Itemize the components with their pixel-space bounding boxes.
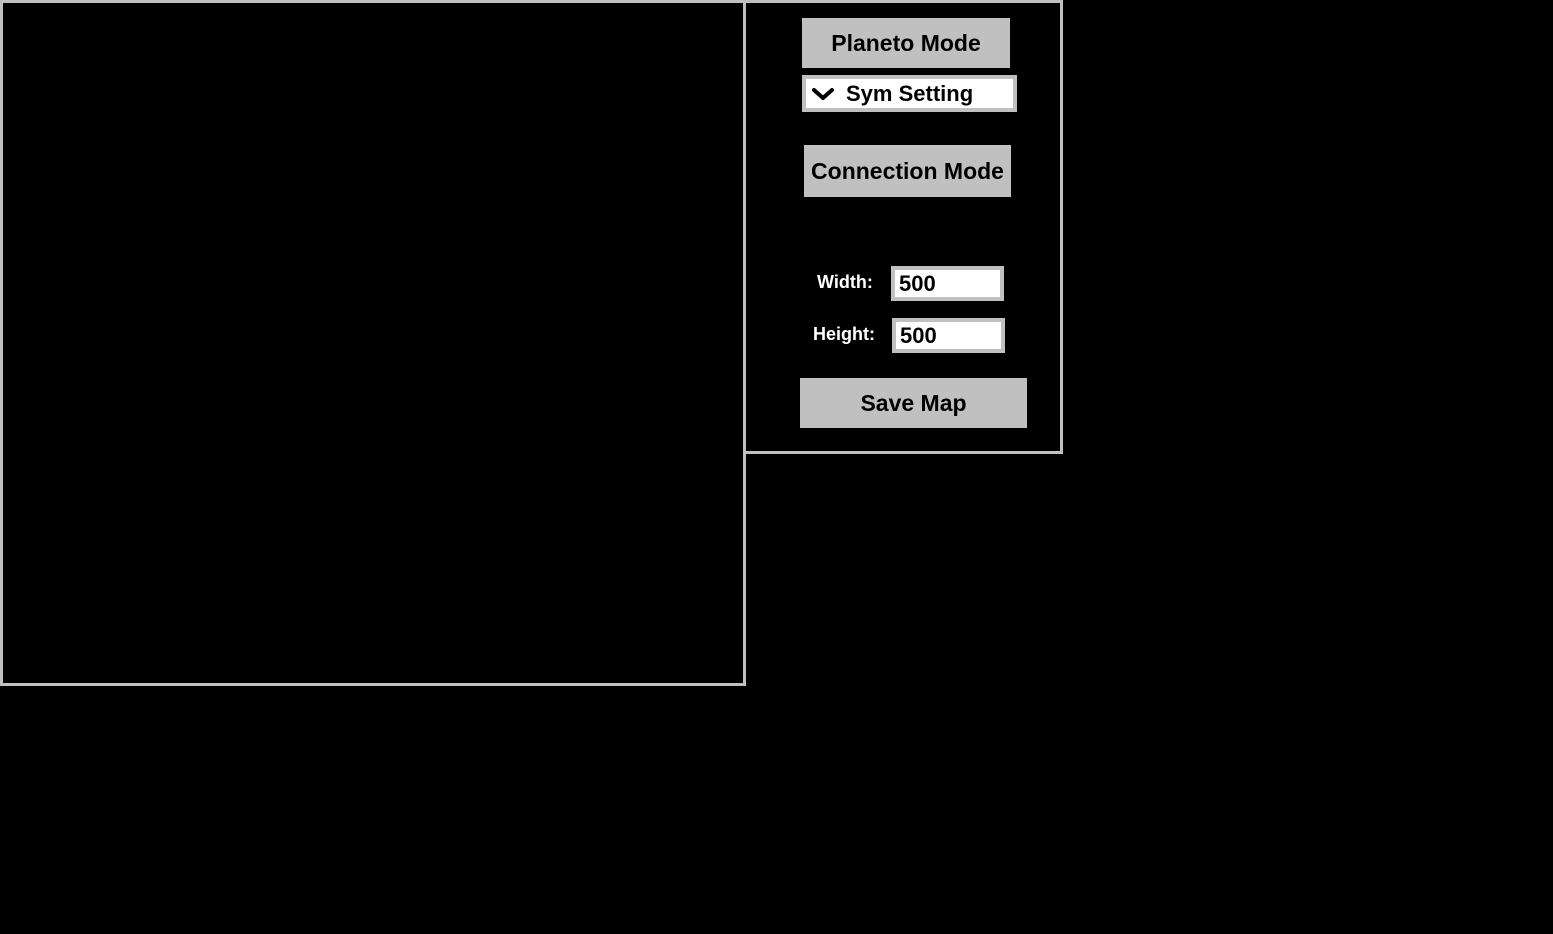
sym-setting-label: Sym Setting xyxy=(846,80,974,106)
planeto-mode-button[interactable]: Planeto Mode xyxy=(802,18,1010,68)
width-input[interactable] xyxy=(891,266,1004,301)
sym-setting-dropdown[interactable]: Sym Setting xyxy=(802,75,1017,112)
height-label: Height: xyxy=(813,324,875,344)
height-input[interactable] xyxy=(892,318,1005,353)
chevron-down-icon xyxy=(808,79,838,108)
save-map-button[interactable]: Save Map xyxy=(800,378,1027,428)
map-canvas[interactable] xyxy=(0,0,746,686)
control-panel: Planeto Mode Sym Setting Connection Mode… xyxy=(743,0,1063,454)
connection-mode-button[interactable]: Connection Mode xyxy=(804,145,1011,197)
width-label: Width: xyxy=(817,272,873,292)
